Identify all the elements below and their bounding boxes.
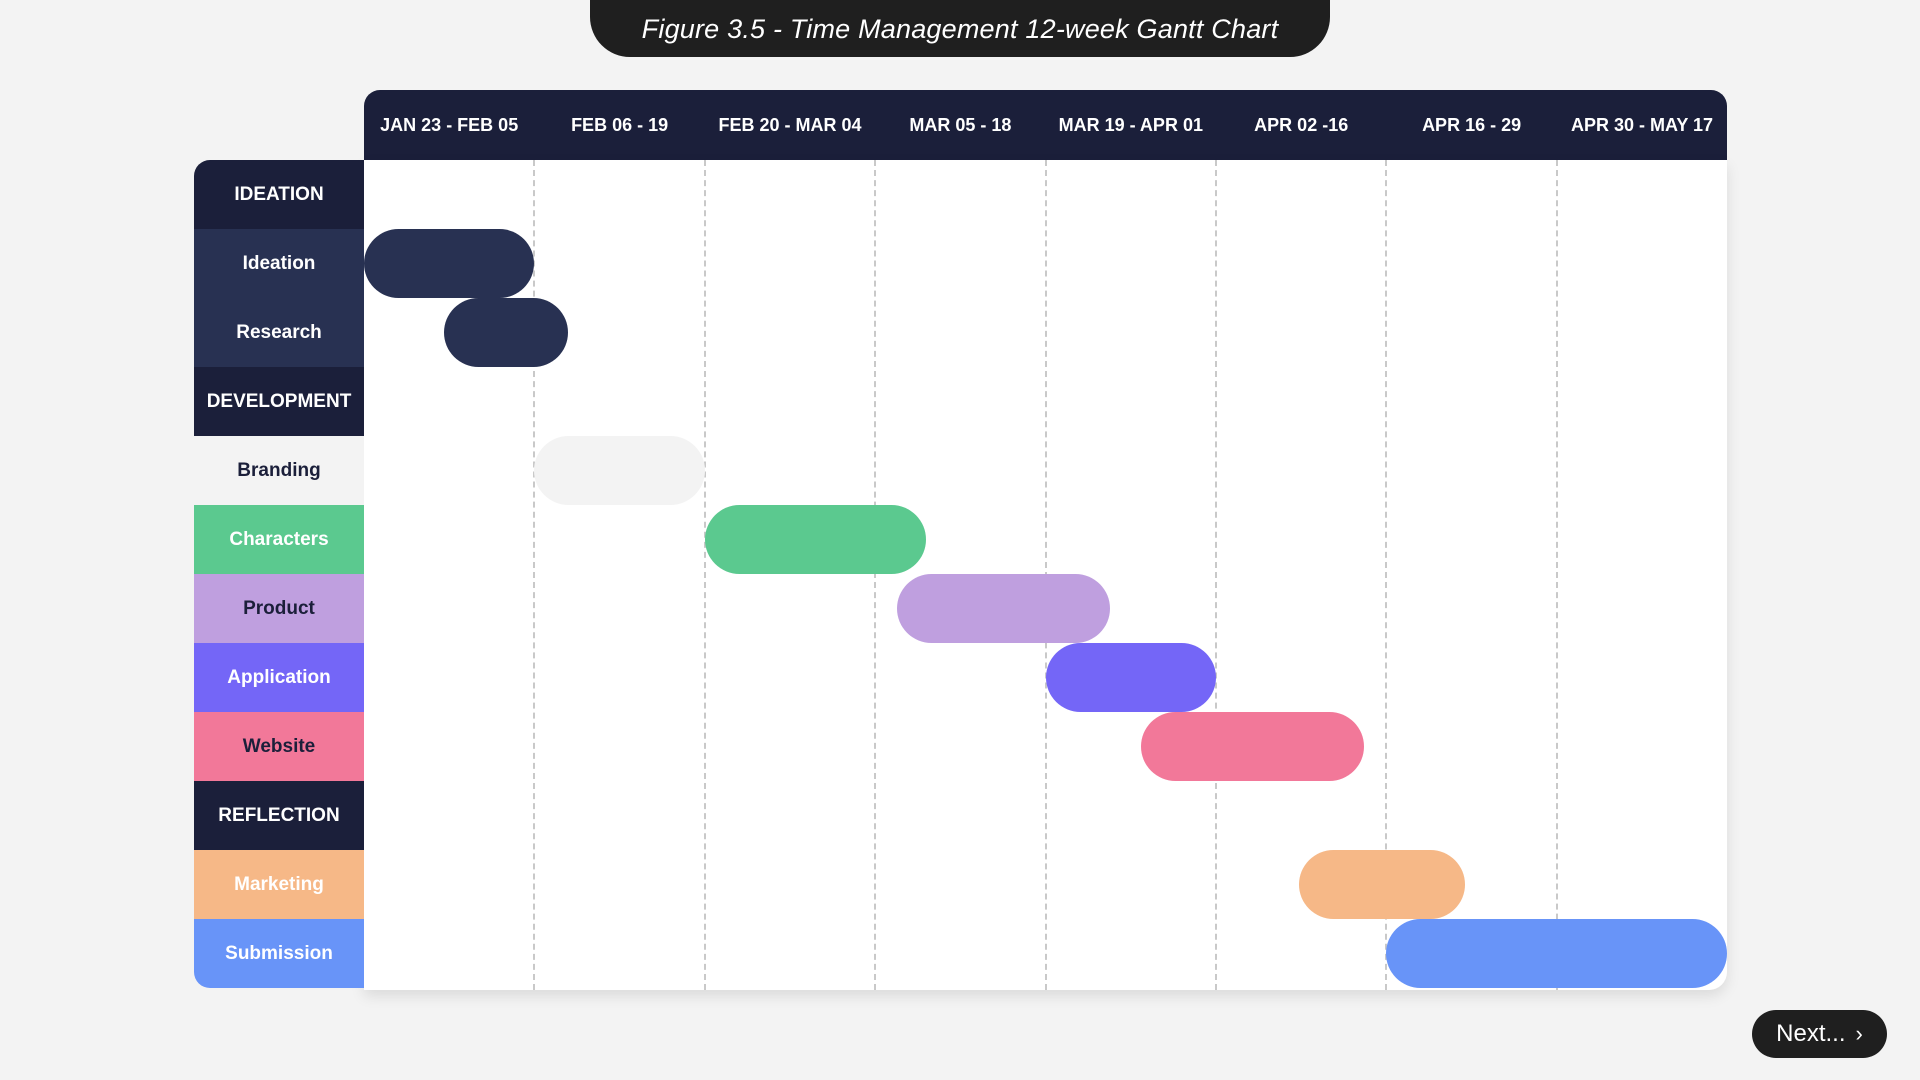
task-label: Marketing bbox=[194, 850, 364, 919]
task-bar bbox=[1299, 850, 1465, 919]
gantt-chart: JAN 23 - FEB 05 FEB 06 - 19 FEB 20 - MAR 0… bbox=[0, 0, 1920, 1080]
column-header: FEB 06 - 19 bbox=[571, 114, 669, 135]
grid-divider bbox=[1215, 160, 1217, 990]
task-bar bbox=[704, 505, 927, 574]
column-header: MAR 19 - APR 01 bbox=[1058, 114, 1203, 135]
grid-divider bbox=[533, 160, 536, 990]
task-label: Research bbox=[194, 298, 364, 367]
section-label: REFLECTION bbox=[194, 781, 364, 850]
column-header: APR 02 -16 bbox=[1254, 114, 1349, 135]
grid-divider bbox=[874, 160, 877, 990]
chevron-right-icon: › bbox=[1855, 1021, 1863, 1046]
task-bar bbox=[444, 298, 569, 367]
task-label: Product bbox=[194, 574, 364, 643]
column-header: FEB 20 - MAR 04 bbox=[718, 114, 862, 135]
task-label: Ideation bbox=[194, 229, 364, 298]
task-bar bbox=[1045, 643, 1216, 712]
column-header: MAR 05 - 18 bbox=[909, 114, 1012, 135]
task-label: Branding bbox=[194, 436, 364, 505]
task-bar bbox=[534, 436, 705, 505]
column-header: APR 16 - 29 bbox=[1422, 114, 1522, 135]
task-label: Website bbox=[194, 712, 364, 781]
column-header: APR 30 - MAY 17 bbox=[1570, 114, 1714, 135]
task-label: Characters bbox=[194, 505, 364, 574]
task-bar bbox=[1386, 919, 1728, 988]
section-label: IDEATION bbox=[194, 160, 364, 229]
task-bar bbox=[897, 574, 1111, 643]
task-bar bbox=[1141, 712, 1365, 781]
section-label: DEVELOPMENT bbox=[194, 367, 364, 436]
grid-divider bbox=[703, 160, 706, 990]
task-bar bbox=[364, 229, 535, 298]
grid-divider bbox=[1555, 160, 1558, 990]
task-label: Application bbox=[194, 643, 364, 712]
column-header: JAN 23 - FEB 05 bbox=[380, 114, 519, 135]
task-label: Submission bbox=[194, 919, 364, 988]
next-button-label: Next... bbox=[1776, 1020, 1846, 1047]
next-button[interactable]: Next... › bbox=[1752, 1010, 1887, 1058]
